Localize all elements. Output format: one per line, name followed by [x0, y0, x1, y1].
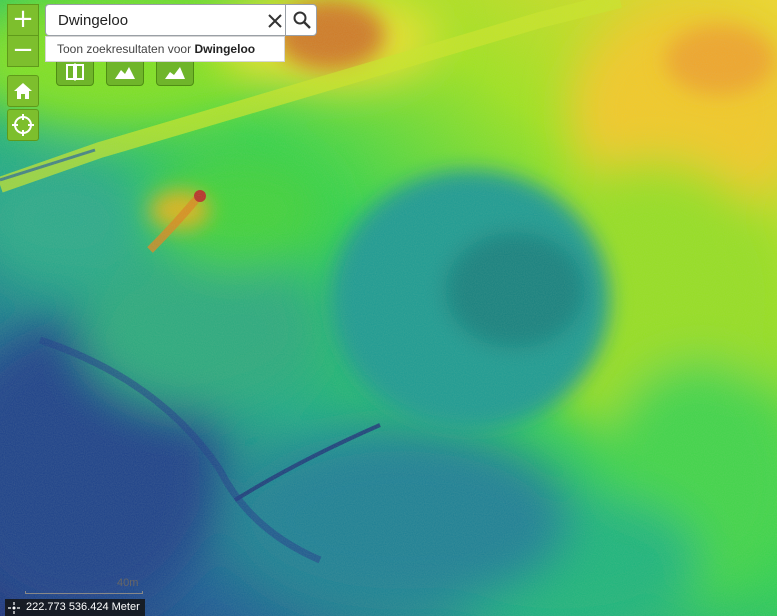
terrain-profile-button[interactable] — [106, 58, 144, 86]
terrain-elevation-icon — [165, 67, 185, 79]
home-icon — [14, 83, 32, 99]
search-suggestion[interactable]: Toon zoekresultaten voor Dwingeloo — [45, 36, 285, 62]
locate-button[interactable] — [7, 109, 39, 141]
terrain-profile-icon — [115, 67, 135, 79]
terrain-elevation-button[interactable] — [156, 58, 194, 86]
suggestion-prefix: Toon zoekresultaten voor — [57, 42, 192, 56]
scale-label: 40m — [117, 577, 139, 589]
home-button[interactable] — [7, 75, 39, 107]
search-button[interactable] — [285, 4, 318, 36]
scale-line — [25, 591, 143, 594]
coordinate-display[interactable]: 222.773 536.424 Meter — [5, 599, 145, 616]
close-icon — [268, 14, 282, 28]
coordinate-text: 222.773 536.424 Meter — [26, 601, 140, 613]
elevation-map[interactable]: + − Toon zoekresultaten voor Dwingeloo 4… — [0, 0, 777, 616]
search-box — [45, 4, 317, 36]
clear-search-button[interactable] — [264, 10, 286, 32]
layer-split-icon — [66, 63, 84, 81]
minus-icon: − — [12, 35, 34, 65]
search-input[interactable] — [58, 5, 258, 35]
suggestion-term: Dwingeloo — [194, 42, 256, 56]
crosshair-icon — [8, 601, 20, 614]
plus-icon: + — [12, 4, 34, 34]
search-icon — [293, 11, 311, 29]
zoom-out-button[interactable]: − — [7, 35, 39, 67]
zoom-in-button[interactable]: + — [7, 4, 39, 36]
elevation-raster[interactable] — [0, 0, 777, 616]
locate-icon — [12, 114, 34, 136]
layer-split-button[interactable] — [56, 58, 94, 86]
